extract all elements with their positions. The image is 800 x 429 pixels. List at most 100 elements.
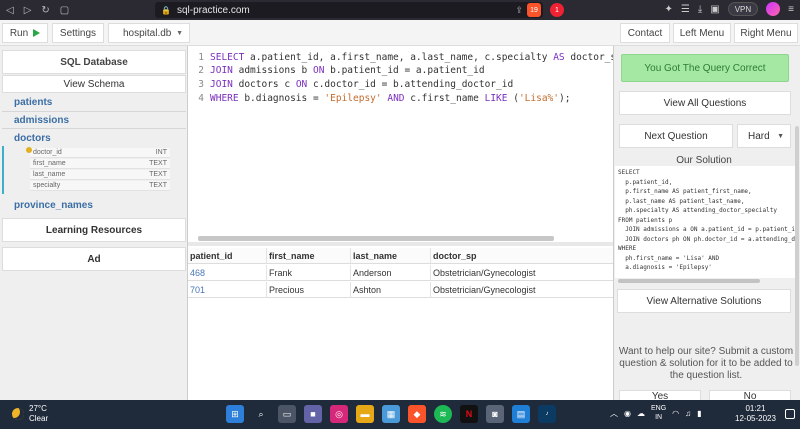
sql-database-title: SQL Database: [2, 50, 186, 74]
address-bar[interactable]: 🔒 sql-practice.com ⇪ ☆: [155, 2, 543, 18]
right-panel-scrollbar[interactable]: [795, 126, 799, 366]
run-button[interactable]: Run: [2, 23, 48, 43]
forward-icon[interactable]: ▷: [24, 5, 32, 16]
patient-id-cell[interactable]: 701: [188, 282, 266, 298]
results-header: patient_id first_name last_name doctor_s…: [188, 248, 613, 264]
microsoft-store-icon[interactable]: ▦: [382, 405, 400, 423]
table-cell: Precious: [266, 282, 350, 298]
wallet-icon[interactable]: ▣: [710, 4, 719, 15]
column-header[interactable]: first_name: [266, 248, 350, 264]
schema-row: last_name TEXT: [30, 170, 170, 180]
extensions-icon[interactable]: ✦: [664, 4, 672, 15]
table-province-names[interactable]: province_names: [14, 200, 93, 211]
brave-browser-icon[interactable]: ◆: [408, 405, 426, 423]
rewards-icon[interactable]: 1: [550, 3, 564, 17]
profile-avatar[interactable]: [766, 2, 781, 16]
url-text: sql-practice.com: [176, 4, 250, 16]
view-alternative-solutions-button[interactable]: View Alternative Solutions: [617, 289, 791, 313]
battery-icon[interactable]: ▮: [697, 409, 701, 418]
column-header[interactable]: doctor_sp: [430, 248, 613, 264]
code-line: 3 JOIN doctors c ON c.doctor_id = b.atten…: [198, 79, 514, 90]
chevron-up-icon[interactable]: ︿: [610, 408, 618, 419]
solution-title: Our Solution: [676, 155, 732, 166]
schema-row: doctor_id INT: [30, 148, 170, 158]
instagram-icon[interactable]: ◎: [330, 405, 348, 423]
amazon-music-icon[interactable]: ♪: [538, 405, 556, 423]
right-panel: You Got The Query Correct View All Quest…: [613, 46, 800, 404]
weather-widget[interactable]: 27°C Clear: [12, 404, 48, 424]
bookmark-icon[interactable]: ▢: [60, 5, 69, 16]
reload-icon[interactable]: ↻: [41, 5, 49, 16]
play-icon: [33, 29, 41, 37]
solution-scrollbar[interactable]: [618, 279, 760, 283]
netflix-icon[interactable]: N: [460, 405, 478, 423]
language-indicator[interactable]: ENG IN: [651, 404, 666, 422]
schema-row: first_name TEXT: [30, 159, 170, 169]
download-icon[interactable]: ⤓: [698, 4, 702, 15]
table-cell: Obstetrician/Gynecologist: [430, 265, 613, 281]
ad-slot: Ad: [2, 247, 186, 271]
solution-line: p.patient_id,: [618, 178, 673, 186]
record-icon[interactable]: ◉: [624, 409, 631, 418]
next-question-button[interactable]: Next Question: [619, 124, 733, 148]
difficulty-select[interactable]: Hard ▼: [737, 124, 791, 148]
doctors-schema: doctor_id INT first_name TEXT last_name …: [2, 146, 186, 194]
solution-line: SELECT: [618, 169, 640, 176]
help-text: Want to help our site? Submit a custom q…: [618, 346, 794, 381]
table-row: 701 Precious Ashton Obstetrician/Gynecol…: [188, 282, 613, 298]
windows-taskbar: 27°C Clear ⊞ ⌕ ▭ ■ ◎ ▬ ▦ ◆ ≋ N ◙ ▤ ♪ ︿ ◉…: [0, 400, 800, 429]
news-app-icon[interactable]: ▤: [512, 405, 530, 423]
temperature: 27°C: [29, 404, 47, 413]
code-line: 2 JOIN admissions b ON b.patient_id = a.p…: [198, 65, 485, 76]
left-menu-button[interactable]: Left Menu: [673, 23, 731, 43]
query-correct-banner: You Got The Query Correct: [621, 54, 789, 82]
task-view-icon[interactable]: ▭: [278, 405, 296, 423]
view-schema-button[interactable]: View Schema: [2, 75, 186, 93]
table-patients[interactable]: patients: [14, 97, 52, 108]
moon-icon: [12, 408, 24, 420]
brave-shield-icon[interactable]: 19: [527, 3, 541, 17]
solution-line: ph.specialty AS attending_doctor_special…: [618, 207, 777, 214]
camera-icon[interactable]: ◙: [486, 405, 504, 423]
settings-button[interactable]: Settings: [52, 23, 104, 43]
column-header[interactable]: patient_id: [188, 248, 266, 264]
lock-icon: 🔒: [161, 5, 171, 15]
sql-editor[interactable]: 1 SELECT a.patient_id, a.first_name, a.la…: [188, 46, 622, 242]
code-line: 1 SELECT a.patient_id, a.first_name, a.la…: [198, 52, 622, 63]
wifi-icon[interactable]: ◠: [672, 409, 679, 418]
vpn-button[interactable]: VPN: [727, 2, 759, 16]
solution-line: JOIN doctors ph ON ph.doctor_id = a.atte…: [625, 235, 795, 243]
search-icon[interactable]: ⌕: [252, 405, 270, 423]
reading-list-icon[interactable]: ☰: [681, 4, 690, 15]
patient-id-cell[interactable]: 468: [188, 265, 266, 281]
solution-line: p.first_name AS patient_first_name,: [618, 188, 752, 195]
windows-start-icon[interactable]: ⊞: [226, 405, 244, 423]
learning-resources-button[interactable]: Learning Resources: [2, 218, 186, 242]
file-explorer-icon[interactable]: ▬: [356, 405, 374, 423]
table-cell: Frank: [266, 265, 350, 281]
column-header[interactable]: last_name: [350, 248, 430, 264]
editor-horizontal-scrollbar[interactable]: [198, 236, 554, 241]
chevron-down-icon: ▼: [777, 132, 784, 140]
table-doctors[interactable]: doctors: [14, 133, 51, 144]
notification-icon[interactable]: [785, 409, 795, 419]
browser-chrome: ◁ ▷ ↻ ▢ 🔒 sql-practice.com ⇪ ☆ 19 1 ✦ ☰ …: [0, 0, 800, 20]
volume-icon[interactable]: ♫: [685, 409, 691, 418]
spotify-icon[interactable]: ≋: [434, 405, 452, 423]
table-admissions[interactable]: admissions: [14, 115, 69, 126]
share-icon[interactable]: ⇪: [515, 5, 523, 16]
back-icon[interactable]: ◁: [6, 5, 14, 16]
chevron-down-icon: ▼: [176, 29, 183, 37]
onedrive-icon[interactable]: ☁: [637, 409, 645, 418]
database-select[interactable]: hospital.db ▼: [108, 23, 190, 43]
teams-icon[interactable]: ■: [304, 405, 322, 423]
menu-icon[interactable]: ≡: [788, 4, 794, 15]
right-menu-button[interactable]: Right Menu: [734, 23, 798, 43]
taskbar-apps: ⊞ ⌕ ▭ ■ ◎ ▬ ▦ ◆ ≋ N ◙ ▤ ♪: [226, 405, 556, 423]
solution-line: FROM patients p: [618, 216, 673, 224]
primary-key-icon: [26, 147, 32, 153]
solution-line: ph.first_name = 'Lisa' AND: [618, 254, 720, 262]
contact-button[interactable]: Contact: [620, 23, 670, 43]
taskbar-clock[interactable]: 01:21 12-05-2023: [735, 404, 776, 424]
view-all-questions-button[interactable]: View All Questions: [619, 91, 791, 115]
